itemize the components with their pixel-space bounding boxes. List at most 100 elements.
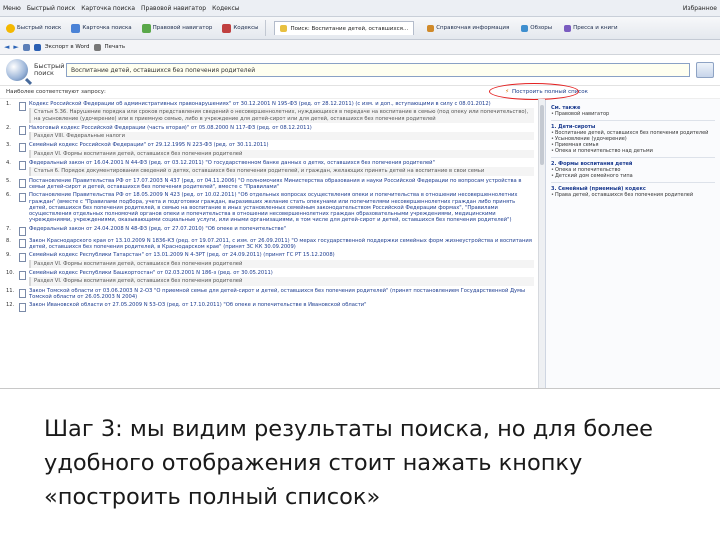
result-title-link[interactable]: Семейный кодекс Республики Татарстан" от…: [29, 252, 534, 258]
forward-arrow-icon[interactable]: ►: [13, 43, 18, 51]
search-logo-icon: [6, 59, 28, 81]
magnifier-icon: [6, 23, 15, 33]
scroll-thumb[interactable]: [540, 105, 544, 165]
document-icon: [280, 25, 288, 32]
search-input[interactable]: Воспитание детей, оставшихся без попечен…: [66, 63, 690, 77]
document-tab[interactable]: Поиск: Воспитание детей, оставшихся...: [274, 21, 415, 35]
result-snippet[interactable]: Раздел VI. Формы воспитания детей, остав…: [29, 277, 534, 286]
result-title-link[interactable]: Федеральный закон от 24.04.2008 N 48-ФЗ …: [29, 226, 534, 232]
result-item: 5. Постановление Правительства РФ от 17.0…: [6, 178, 534, 191]
result-number: 10.: [6, 269, 15, 276]
results-scrollbar[interactable]: [538, 99, 545, 388]
print-button[interactable]: Печать: [105, 44, 126, 50]
side-link[interactable]: Права детей, оставшихся без попечения ро…: [551, 192, 715, 198]
slide-caption: Шаг 3: мы видим результаты поиска, но дл…: [44, 416, 654, 510]
result-item: 9. Семейный кодекс Республики Татарстан" …: [6, 252, 534, 268]
result-number: 2.: [6, 124, 11, 131]
document-icon: [19, 253, 26, 263]
result-snippet[interactable]: Раздел VIII. Федеральные налоги: [29, 132, 534, 141]
menu-item-quick-search[interactable]: Быстрый поиск: [27, 5, 75, 12]
menu-item-main[interactable]: Меню: [3, 5, 21, 12]
result-title-link[interactable]: Закон Ивановской области от 27.05.2009 N…: [29, 302, 534, 308]
result-item: 4. Федеральный закон от 16.04.2001 N 44-Ф…: [6, 160, 534, 176]
result-title-link[interactable]: Семейный кодекс Республики Башкортостан"…: [29, 270, 534, 276]
result-number: 7.: [6, 225, 11, 232]
reviews-icon: [521, 24, 529, 32]
result-title-link[interactable]: Постановление Правительства РФ от 18.05.…: [29, 192, 534, 223]
results-list: 1. Кодекс Российской Федерации об админис…: [0, 99, 538, 388]
document-icon: [19, 226, 26, 236]
navigator-icon: [141, 23, 151, 33]
side-link[interactable]: Опека и попечительство над детьми: [551, 148, 715, 154]
result-title-link[interactable]: Семейный кодекс Российской Федерации" от…: [29, 142, 534, 148]
result-item: 11. Закон Томской области от 03.06.2003 N…: [6, 288, 534, 301]
main-toolbar: Быстрый поиск Карточка поиска Правовой н…: [0, 17, 720, 40]
navigator-button[interactable]: Правовой навигатор: [139, 23, 216, 34]
print-icon: [93, 43, 101, 51]
result-snippet[interactable]: Статья 5.36. Нарушение порядка или сроко…: [29, 108, 534, 123]
result-item: 8. Закон Краснодарского края от 13.10.200…: [6, 238, 534, 251]
quick-search-panel: Быстрый поиск Воспитание детей, оставших…: [0, 55, 720, 86]
press-button[interactable]: Пресса и книги: [561, 24, 620, 33]
result-title-link[interactable]: Налоговый кодекс Российской Федерации (ч…: [29, 125, 534, 131]
save-icon[interactable]: [22, 43, 30, 51]
result-title-link[interactable]: Закон Краснодарского края от 13.10.2009 …: [29, 238, 534, 251]
card-icon: [71, 23, 81, 33]
menu-item-search-card[interactable]: Карточка поиска: [81, 5, 135, 12]
result-item: 12. Закон Ивановской области от 27.05.200…: [6, 302, 534, 313]
menu-item-favorites[interactable]: Избранное: [683, 5, 717, 12]
result-item: 3. Семейный кодекс Российской Федерации" …: [6, 142, 534, 159]
side-link[interactable]: Детский дом семейного типа: [551, 173, 715, 179]
export-word-button[interactable]: Экспорт в Word: [45, 44, 90, 50]
quick-search-label: Быстрый поиск: [34, 62, 65, 77]
document-icon: [19, 125, 26, 135]
search-card-button[interactable]: Карточка поиска: [68, 23, 134, 34]
menu-item-navigator[interactable]: Правовой навигатор: [141, 5, 206, 12]
document-icon: [19, 193, 26, 203]
result-item: 10. Семейный кодекс Республики Башкортост…: [6, 270, 534, 286]
quick-search-button[interactable]: Быстрый поиск: [3, 23, 64, 34]
reviews-button[interactable]: Обзоры: [518, 24, 555, 33]
app-screenshot: Меню Быстрый поиск Карточка поиска Право…: [0, 0, 720, 389]
result-item: 2. Налоговый кодекс Российской Федерации …: [6, 125, 534, 141]
result-number: 12.: [6, 302, 15, 309]
result-number: 3.: [6, 142, 11, 149]
document-icon: [19, 288, 26, 298]
result-number: 9.: [6, 252, 11, 259]
menu-item-codes[interactable]: Кодексы: [212, 5, 239, 12]
document-icon: [19, 178, 26, 188]
result-snippet[interactable]: Раздел VI. Формы воспитания детей, остав…: [29, 149, 534, 159]
result-snippet[interactable]: Статья 6. Порядок документирования сведе…: [29, 167, 534, 176]
document-icon: [19, 102, 26, 111]
side-divider: [551, 157, 715, 158]
result-item: 1. Кодекс Российской Федерации об админис…: [6, 101, 534, 123]
back-arrow-icon[interactable]: ◄: [4, 43, 9, 51]
result-number: 5.: [6, 177, 11, 184]
press-icon: [564, 24, 572, 32]
result-title-link[interactable]: Закон Томской области от 03.06.2003 N 2-…: [29, 288, 534, 301]
word-icon: [33, 43, 41, 51]
result-number: 11.: [6, 287, 15, 294]
document-icon: [19, 303, 26, 313]
result-item: 6. Постановление Правительства РФ от 18.0…: [6, 192, 534, 223]
results-label: Наиболее соответствуют запросу:: [6, 89, 106, 95]
menu-bar: Меню Быстрый поиск Карточка поиска Право…: [0, 0, 720, 17]
result-snippet[interactable]: Раздел VI. Формы воспитания детей, остав…: [29, 259, 534, 268]
side-divider: [551, 120, 715, 121]
result-title-link[interactable]: Федеральный закон от 16.04.2001 N 44-ФЗ …: [29, 160, 534, 166]
result-title-link[interactable]: Постановление Правительства РФ от 17.07.…: [29, 178, 534, 191]
content-area: 1. Кодекс Российской Федерации об админис…: [0, 99, 720, 388]
side-divider: [551, 182, 715, 183]
result-item: 7. Федеральный закон от 24.04.2008 N 48-Ф…: [6, 226, 534, 236]
codes-icon: [222, 23, 232, 33]
codes-button[interactable]: Кодексы: [219, 23, 261, 34]
reference-button[interactable]: Справочная информация: [424, 24, 512, 33]
document-icon: [19, 143, 26, 153]
document-icon: [19, 161, 26, 171]
result-title-link[interactable]: Кодекс Российской Федерации об администр…: [29, 101, 534, 107]
search-go-button[interactable]: [696, 62, 714, 78]
document-icon: [19, 270, 26, 280]
result-number: 6.: [6, 192, 11, 199]
side-link[interactable]: Правовой навигатор: [551, 111, 715, 117]
result-number: 4.: [6, 160, 11, 167]
